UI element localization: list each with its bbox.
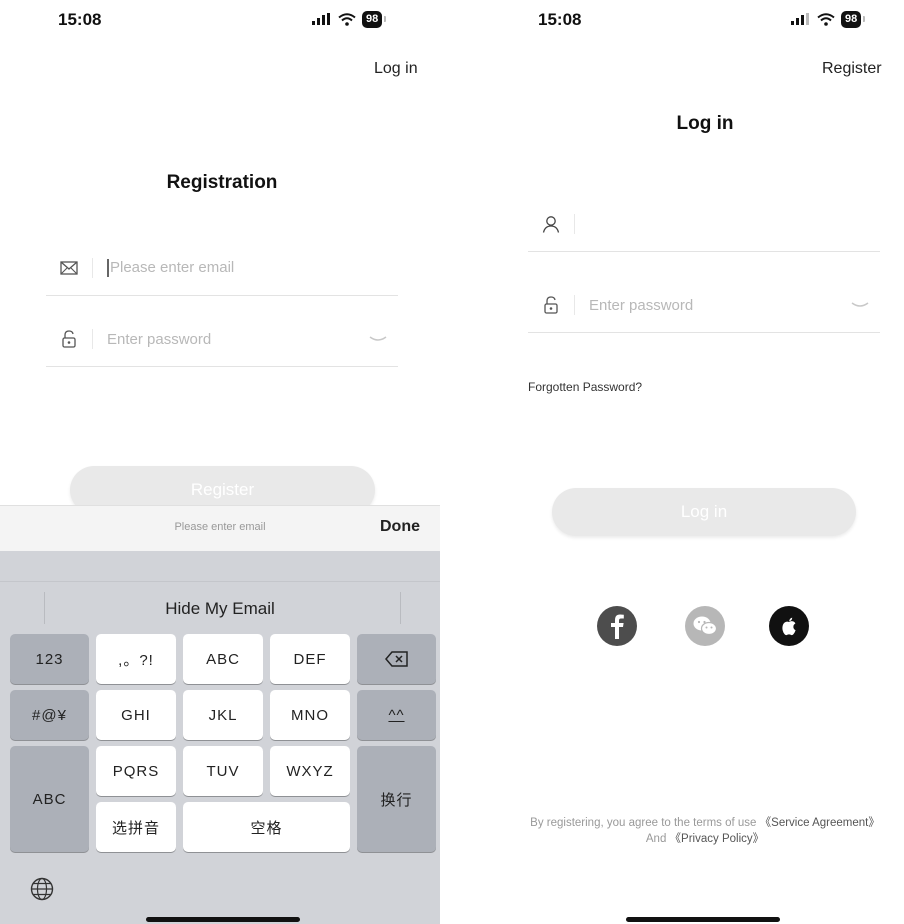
home-indicator — [626, 917, 780, 922]
suggestion-divider — [400, 592, 401, 624]
wechat-icon[interactable] — [685, 606, 725, 646]
key-punctuation[interactable]: ,。?! — [96, 634, 176, 684]
key-123[interactable]: 123 — [10, 634, 89, 684]
register-link[interactable]: Register — [822, 60, 882, 78]
suggestion-bar: Hide My Email — [0, 581, 440, 634]
status-icons: 98 — [312, 9, 387, 29]
text-cursor — [107, 259, 109, 278]
signal-icon — [312, 13, 330, 25]
status-time: 15:08 — [58, 10, 102, 29]
key-jkl[interactable]: JKL — [183, 690, 263, 740]
globe-icon[interactable] — [30, 877, 54, 906]
terms-prefix: By registering, you agree to the terms o… — [530, 817, 757, 829]
forgot-password-link[interactable]: Forgotten Password? — [528, 380, 642, 394]
key-emoji[interactable]: ^^ — [357, 690, 436, 740]
username-field[interactable] — [528, 197, 880, 252]
backspace-icon — [384, 651, 408, 667]
field-separator — [574, 214, 575, 234]
user-icon — [528, 215, 574, 233]
terms-and: And — [645, 833, 667, 845]
wifi-icon — [338, 12, 356, 26]
key-abc-switch[interactable]: ABC — [10, 746, 89, 852]
field-separator — [574, 295, 575, 315]
hide-my-email-suggestion[interactable]: Hide My Email — [0, 599, 440, 619]
login-button[interactable]: Log in — [552, 488, 856, 536]
email-field[interactable]: Please enter email — [46, 241, 398, 296]
privacy-policy-link[interactable]: 《Privacy Policy》 — [670, 833, 765, 845]
password-field[interactable]: Enter password — [528, 278, 880, 333]
keyboard: Hide My Email 123 ,。?! ABC DEF #@¥ GHI J… — [0, 551, 440, 924]
key-ghi[interactable]: GHI — [96, 690, 176, 740]
password-input[interactable]: Enter password — [589, 297, 840, 314]
wifi-icon — [817, 12, 835, 26]
done-button[interactable]: Done — [380, 518, 420, 536]
keyboard-accessory-bar: Please enter email Done — [0, 505, 440, 552]
facebook-icon[interactable] — [597, 606, 637, 646]
login-screen: 15:08 98 Register Log in Enter password … — [460, 0, 904, 924]
return-key[interactable]: 换行 — [357, 746, 436, 852]
field-separator — [92, 258, 93, 278]
lock-icon — [46, 330, 92, 348]
key-abc[interactable]: ABC — [183, 634, 263, 684]
page-title: Registration — [166, 172, 278, 193]
lock-icon — [528, 296, 574, 314]
home-indicator — [146, 917, 300, 922]
battery-icon: 98 — [841, 10, 866, 28]
apple-icon[interactable] — [769, 606, 809, 646]
accessory-hint: Please enter email — [174, 521, 266, 533]
service-agreement-link[interactable]: 《Service Agreement》 — [760, 817, 880, 829]
password-input[interactable]: Enter password — [107, 331, 358, 348]
key-wxyz[interactable]: WXYZ — [270, 746, 350, 796]
key-mno[interactable]: MNO — [270, 690, 350, 740]
login-link[interactable]: Log in — [374, 60, 418, 78]
status-time: 15:08 — [538, 10, 582, 29]
field-separator — [92, 329, 93, 349]
key-pqrs[interactable]: PQRS — [96, 746, 176, 796]
registration-screen: 15:08 98 Log in Registration Please ente… — [0, 0, 440, 924]
battery-icon: 98 — [362, 10, 387, 28]
password-field[interactable]: Enter password — [46, 312, 398, 367]
signal-icon — [791, 13, 809, 25]
eye-closed-icon[interactable] — [840, 301, 880, 309]
mail-icon — [46, 261, 92, 275]
key-def[interactable]: DEF — [270, 634, 350, 684]
key-tuv[interactable]: TUV — [183, 746, 263, 796]
page-title: Log in — [676, 113, 734, 134]
key-pinyin[interactable]: 选拼音 — [96, 802, 176, 852]
backspace-key[interactable] — [357, 634, 436, 684]
terms-text: By registering, you agree to the terms o… — [530, 815, 880, 847]
space-key[interactable]: 空格 — [183, 802, 350, 852]
eye-closed-icon[interactable] — [358, 335, 398, 343]
status-icons: 98 — [791, 9, 866, 29]
email-input[interactable]: Please enter email — [107, 258, 398, 278]
email-placeholder: Please enter email — [110, 258, 235, 276]
key-symbols[interactable]: #@¥ — [10, 690, 89, 740]
